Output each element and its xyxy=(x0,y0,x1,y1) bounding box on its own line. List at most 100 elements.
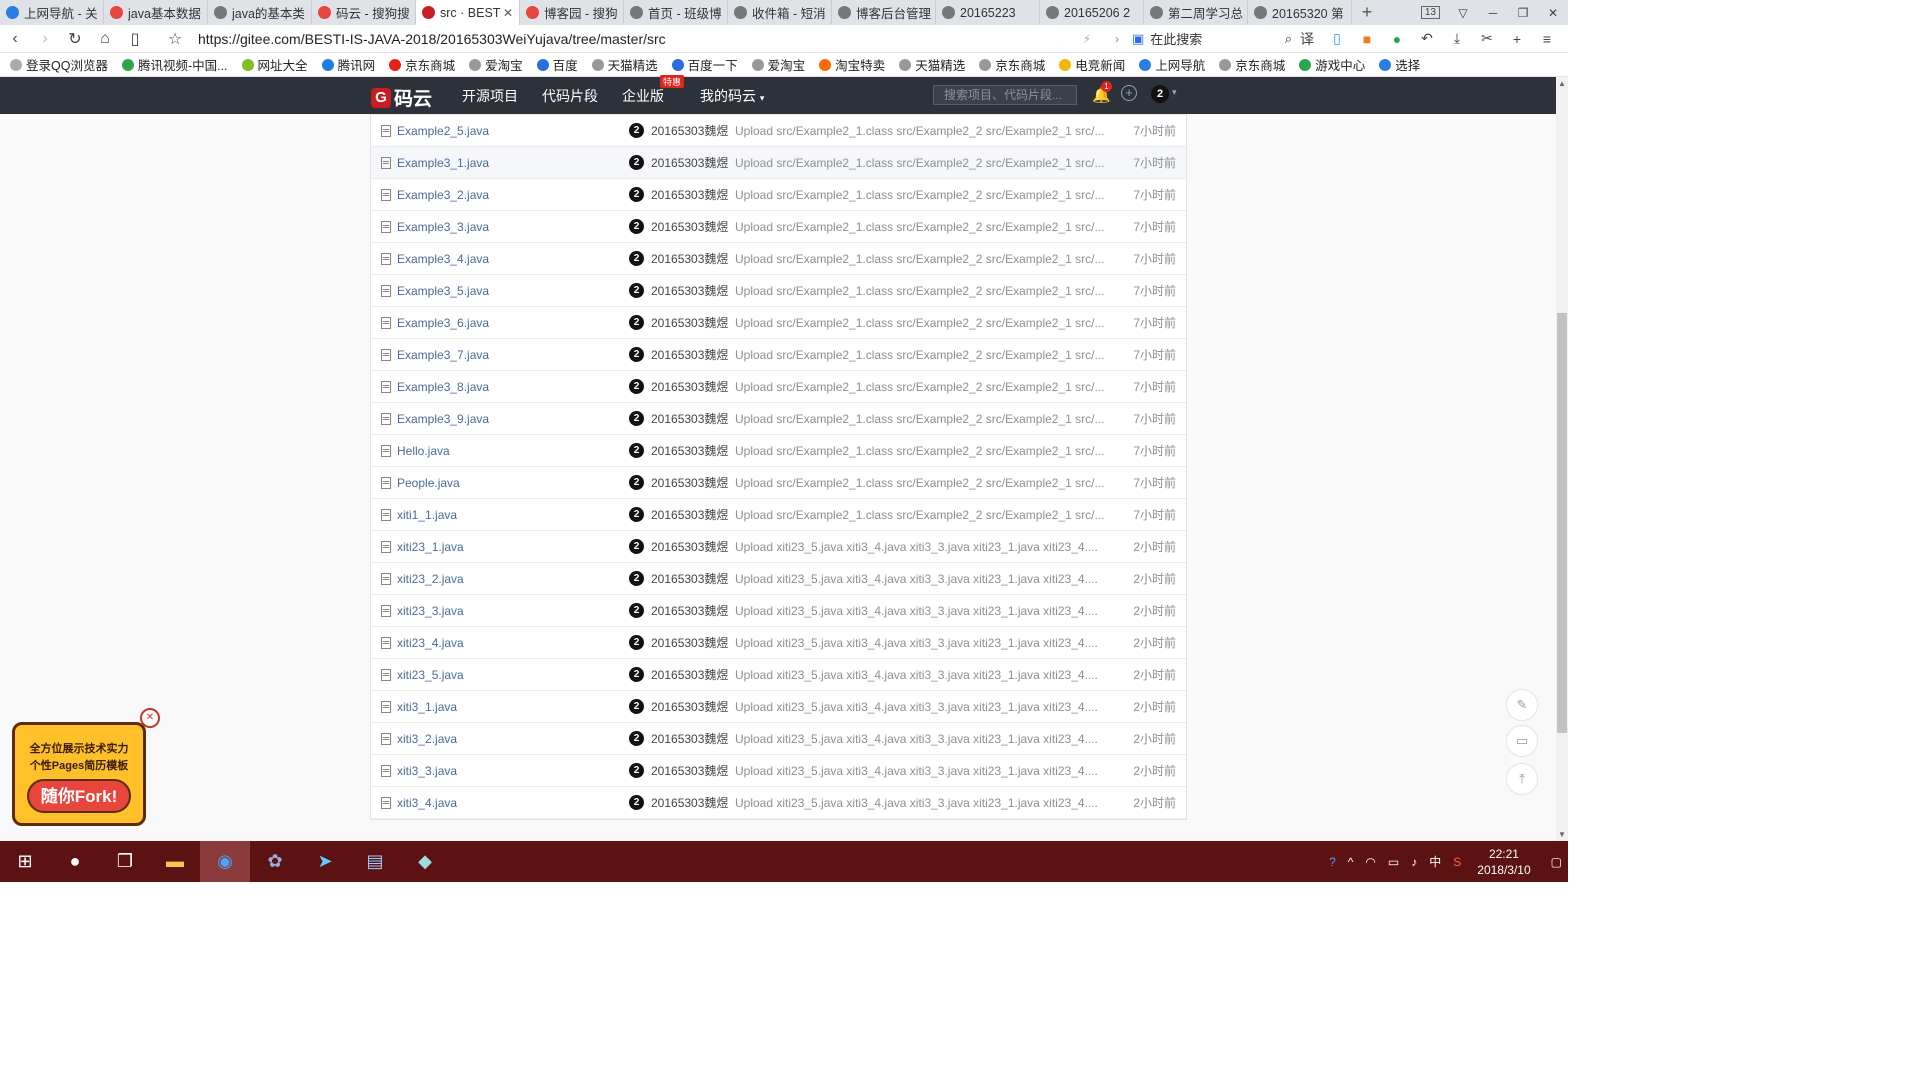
refresh-icon[interactable]: ↻ xyxy=(60,29,90,49)
table-row[interactable]: xiti23_5.java 2 20165303魏煜 Upload xiti23_5.… xyxy=(371,659,1186,691)
author-name[interactable]: 20165303魏煜 xyxy=(651,442,728,459)
system-clock[interactable]: 22:21 2018/3/10 xyxy=(1477,846,1530,878)
add-icon[interactable]: + xyxy=(1502,31,1532,47)
commit-message[interactable]: Upload src/Example2_1.class src/Example2… xyxy=(735,412,1105,426)
wechat-icon[interactable]: ● xyxy=(1382,31,1412,47)
author-avatar[interactable]: 2 xyxy=(629,571,644,586)
browser-tab[interactable]: 20165206 2 xyxy=(1040,0,1144,25)
commit-message[interactable]: Upload src/Example2_1.class src/Example2… xyxy=(735,316,1105,330)
file-name[interactable]: xiti23_2.java xyxy=(381,572,464,586)
file-name-text[interactable]: Example3_1.java xyxy=(397,156,489,170)
ad-close-icon[interactable]: ✕ xyxy=(140,708,160,728)
commit-author[interactable]: 2 20165303魏煜 xyxy=(629,346,728,363)
minimize-button[interactable]: ─ xyxy=(1478,6,1508,20)
author-name[interactable]: 20165303魏煜 xyxy=(651,218,728,235)
nav-enterprise[interactable]: 企业版 特惠 xyxy=(622,74,684,106)
author-avatar[interactable]: 2 xyxy=(629,763,644,778)
author-avatar[interactable]: 2 xyxy=(629,731,644,746)
author-avatar[interactable]: 2 xyxy=(629,443,644,458)
browser-tab[interactable]: 博客园 - 搜狗 xyxy=(520,0,624,25)
pages-ad-banner[interactable]: 全方位展示技术实力 个性Pages简历模板 随你Fork! ✕ xyxy=(12,708,160,830)
file-name[interactable]: Example3_3.java xyxy=(381,220,489,234)
bookmark-item[interactable]: 选择 xyxy=(1379,55,1420,74)
author-avatar[interactable]: 2 xyxy=(629,347,644,362)
file-name-text[interactable]: xiti23_5.java xyxy=(397,668,464,682)
author-avatar[interactable]: 2 xyxy=(629,411,644,426)
hamburger-menu-icon[interactable]: ≡ xyxy=(1532,31,1562,47)
table-row[interactable]: xiti23_2.java 2 20165303魏煜 Upload xiti23_5.… xyxy=(371,563,1186,595)
file-name[interactable]: Example3_9.java xyxy=(381,412,489,426)
commit-author[interactable]: 2 20165303魏煜 xyxy=(629,730,728,747)
commit-message[interactable]: Upload xiti23_5.java xiti3_4.java xiti3_… xyxy=(735,636,1098,650)
file-name[interactable]: Example3_2.java xyxy=(381,188,489,202)
author-avatar[interactable]: 2 xyxy=(629,795,644,810)
editor-icon[interactable]: ◆ xyxy=(400,841,450,882)
file-name[interactable]: xiti23_4.java xyxy=(381,636,464,650)
file-name-text[interactable]: xiti23_2.java xyxy=(397,572,464,586)
new-tab-button[interactable]: + xyxy=(1352,0,1382,25)
ime-indicator[interactable]: 中 xyxy=(1429,853,1441,870)
file-name-text[interactable]: xiti3_3.java xyxy=(397,764,457,778)
nav-open-source[interactable]: 开源项目 xyxy=(462,86,518,106)
file-name[interactable]: Example2_5.java xyxy=(381,124,489,138)
commit-message[interactable]: Upload xiti23_5.java xiti3_4.java xiti3_… xyxy=(735,700,1098,714)
menu-icon[interactable]: ▽ xyxy=(1448,6,1478,20)
file-name-text[interactable]: Example3_7.java xyxy=(397,348,489,362)
table-row[interactable]: Example3_5.java 2 20165303魏煜 Upload src/Exa… xyxy=(371,275,1186,307)
file-name[interactable]: Example3_4.java xyxy=(381,252,489,266)
commit-author[interactable]: 2 20165303魏煜 xyxy=(629,570,728,587)
file-name[interactable]: Example3_1.java xyxy=(381,156,489,170)
back-icon[interactable]: ‹ xyxy=(0,30,30,48)
table-row[interactable]: People.java 2 20165303魏煜 Upload src/Example… xyxy=(371,467,1186,499)
file-name-text[interactable]: xiti23_4.java xyxy=(397,636,464,650)
browser-tab[interactable]: java的基本类 xyxy=(208,0,312,25)
action-center-icon[interactable]: ▢ xyxy=(1551,855,1562,869)
author-avatar[interactable]: 2 xyxy=(629,219,644,234)
author-avatar[interactable]: 2 xyxy=(629,315,644,330)
app-arrow-icon[interactable]: ➤ xyxy=(300,841,350,882)
file-name-text[interactable]: Example3_6.java xyxy=(397,316,489,330)
commit-author[interactable]: 2 20165303魏煜 xyxy=(629,666,728,683)
commit-message[interactable]: Upload src/Example2_1.class src/Example2… xyxy=(735,380,1105,394)
table-row[interactable]: xiti3_3.java 2 20165303魏煜 Upload xiti23_5.j… xyxy=(371,755,1186,787)
author-avatar[interactable]: 2 xyxy=(629,507,644,522)
commit-author[interactable]: 2 20165303魏煜 xyxy=(629,442,728,459)
bell-icon[interactable]: 🔔 1 xyxy=(1092,81,1112,104)
commit-message[interactable]: Upload xiti23_5.java xiti3_4.java xiti3_… xyxy=(735,668,1098,682)
table-row[interactable]: Example3_4.java 2 20165303魏煜 Upload src/Exa… xyxy=(371,243,1186,275)
volume-icon[interactable]: ♪ xyxy=(1411,855,1417,869)
video-icon[interactable]: ■ xyxy=(1352,31,1382,47)
file-name[interactable]: xiti3_3.java xyxy=(381,764,457,778)
file-name-text[interactable]: Example3_3.java xyxy=(397,220,489,234)
author-name[interactable]: 20165303魏煜 xyxy=(651,698,728,715)
bookmark-item[interactable]: 百度 xyxy=(536,55,578,74)
close-window-button[interactable]: ✕ xyxy=(1538,6,1568,20)
forward-icon[interactable]: › xyxy=(30,30,60,48)
browser-tab[interactable]: java基本数据 xyxy=(104,0,208,25)
qq-browser-icon[interactable]: ◉ xyxy=(200,841,250,882)
bookmark-item[interactable]: 天猫精选 xyxy=(899,55,965,74)
author-avatar[interactable]: 2 xyxy=(629,379,644,394)
bookmark-item[interactable]: 爱淘宝 xyxy=(751,55,805,74)
commit-author[interactable]: 2 20165303魏煜 xyxy=(629,218,728,235)
file-name-text[interactable]: Example3_8.java xyxy=(397,380,489,394)
browser-tab[interactable]: 上网导航 - 关 xyxy=(0,0,104,25)
file-name[interactable]: xiti23_5.java xyxy=(381,668,464,682)
tray-expand-icon[interactable]: ^ xyxy=(1348,855,1354,869)
windows-start-icon[interactable]: ⊞ xyxy=(0,841,50,882)
author-name[interactable]: 20165303魏煜 xyxy=(651,250,728,267)
commit-message[interactable]: Upload src/Example2_1.class src/Example2… xyxy=(735,220,1105,234)
commit-message[interactable]: Upload src/Example2_1.class src/Example2… xyxy=(735,284,1105,298)
sogou-icon[interactable]: S xyxy=(1453,855,1461,869)
commit-message[interactable]: Upload src/Example2_1.class src/Example2… xyxy=(735,444,1105,458)
table-row[interactable]: xiti1_1.java 2 20165303魏煜 Upload src/Exampl… xyxy=(371,499,1186,531)
bookmark-item[interactable]: 登录QQ浏览器 xyxy=(10,55,108,74)
author-name[interactable]: 20165303魏煜 xyxy=(651,570,728,587)
file-name-text[interactable]: Example3_5.java xyxy=(397,284,489,298)
author-avatar[interactable]: 2 xyxy=(629,283,644,298)
commit-message[interactable]: Upload src/Example2_1.class src/Example2… xyxy=(735,156,1105,170)
commit-author[interactable]: 2 20165303魏煜 xyxy=(629,634,728,651)
file-name-text[interactable]: xiti3_1.java xyxy=(397,700,457,714)
table-row[interactable]: xiti23_3.java 2 20165303魏煜 Upload xiti23_5.… xyxy=(371,595,1186,627)
table-row[interactable]: Example2_5.java 2 20165303魏煜 Upload src/Exa… xyxy=(371,115,1186,147)
